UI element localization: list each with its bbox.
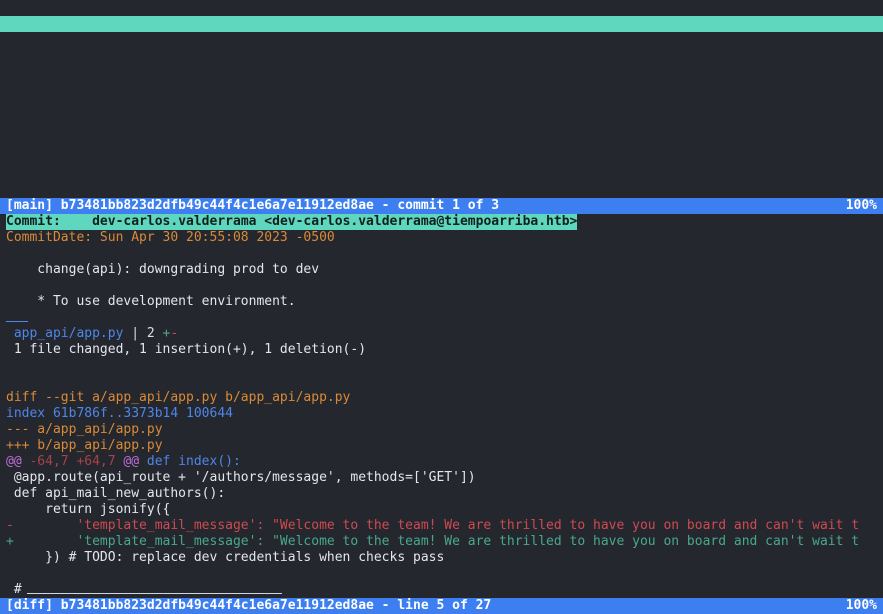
commit-date-value: Sun Apr 30 20:55:08 2023 -0500	[99, 230, 335, 245]
diff-stat-summary: 1 file changed, 1 insertion(+), 1 deleti…	[6, 342, 367, 357]
diff-context-line: }) # TODO: replace dev credentials when …	[6, 550, 445, 565]
diff-commit-body: * To use development environment.	[6, 294, 296, 309]
commit-log-pane[interactable]: 2024-06-18 20:57 +0000 Not Committed Yet…	[0, 0, 883, 198]
diff-index-header: index 61b786f..3373b14 100644	[6, 406, 233, 421]
commit-author-highlight: Commit: dev-carlos.valderrama <dev-carlo…	[6, 214, 578, 230]
diff-blank-row	[0, 374, 883, 390]
stat-separator: |	[123, 326, 147, 341]
diff-added-line: + 'template_mail_message': "Welcome to t…	[6, 534, 860, 549]
main-status-percent: 100%	[845, 198, 877, 213]
diff-commit-subject: change(api): downgrading prod to dev	[6, 262, 320, 277]
diff-status-bar: [diff] b73481bb823d2dfb49c44f4c1e6a7e119…	[0, 598, 883, 614]
stat-count: 2	[146, 326, 163, 341]
log-row[interactable]: 2024-06-18 20:57 +0000 Not Committed Yet…	[0, 0, 883, 16]
diff-context-line: return jsonify({	[6, 502, 171, 517]
diff-old-file-header: --- a/app_api/app.py	[6, 422, 163, 437]
diff-hash-rule-row: #	[0, 582, 883, 598]
diff-hunk-header: @@ -64,7 +64,7 @@ def index():	[6, 454, 241, 469]
commit-date-label: CommitDate:	[6, 230, 93, 245]
diff-context-line: @app.route(api_route + '/authors/message…	[6, 470, 476, 485]
diff-commit-author-row: Commit: dev-carlos.valderrama <dev-carlo…	[0, 214, 883, 230]
log-row[interactable]: 2023-04-30 20:48 -0500 dev-carlos.valder…	[0, 48, 883, 64]
stat-minus-icon: -	[170, 326, 179, 341]
diff-separator-row	[0, 310, 883, 326]
diff-stat-row: app_api/app.py | 2 +-	[0, 326, 883, 342]
section-divider	[6, 313, 28, 322]
diff-new-file-header: +++ b/app_api/app.py	[6, 438, 163, 453]
log-row[interactable]: 2023-04-30 20:51 -0500 dev-carlos.valder…	[0, 32, 883, 48]
diff-commit-date-row: CommitDate: Sun Apr 30 20:55:08 2023 -05…	[0, 230, 883, 246]
hash-marker-icon: #	[6, 582, 22, 597]
log-row-selected[interactable]: 2023-04-30 20:55 -0500 dev-carlos.valder…	[0, 16, 883, 32]
horizontal-rule	[26, 586, 282, 594]
main-status-bar: [main] b73481bb823d2dfb49c44f4c1e6a7e119…	[0, 198, 883, 214]
commit-label: Commit:	[6, 214, 61, 229]
commit-author-email: dev-carlos.valderrama <dev-carlos.valder…	[92, 214, 578, 229]
diff-blank-row	[0, 246, 883, 262]
commit-label-pad	[61, 214, 92, 229]
diff-git-header: diff --git a/app_api/app.py b/app_api/ap…	[6, 390, 351, 405]
diff-blank-row	[0, 278, 883, 294]
diff-status-text: [diff] b73481bb823d2dfb49c44f4c1e6a7e119…	[6, 598, 492, 613]
stat-file-name: app_api/app.py	[6, 326, 124, 341]
diff-blank-row	[0, 566, 883, 582]
main-status-text: [main] b73481bb823d2dfb49c44f4c1e6a7e119…	[6, 198, 500, 213]
diff-status-percent: 100%	[845, 598, 877, 613]
tig-terminal-window: 2024-06-18 20:57 +0000 Not Committed Yet…	[0, 0, 883, 614]
diff-pane[interactable]: Commit: dev-carlos.valderrama <dev-carlo…	[0, 214, 883, 598]
diff-blank-row	[0, 358, 883, 374]
diff-context-line: def api_mail_new_authors():	[6, 486, 226, 501]
diff-removed-line: - 'template_mail_message': "Welcome to t…	[6, 518, 860, 533]
